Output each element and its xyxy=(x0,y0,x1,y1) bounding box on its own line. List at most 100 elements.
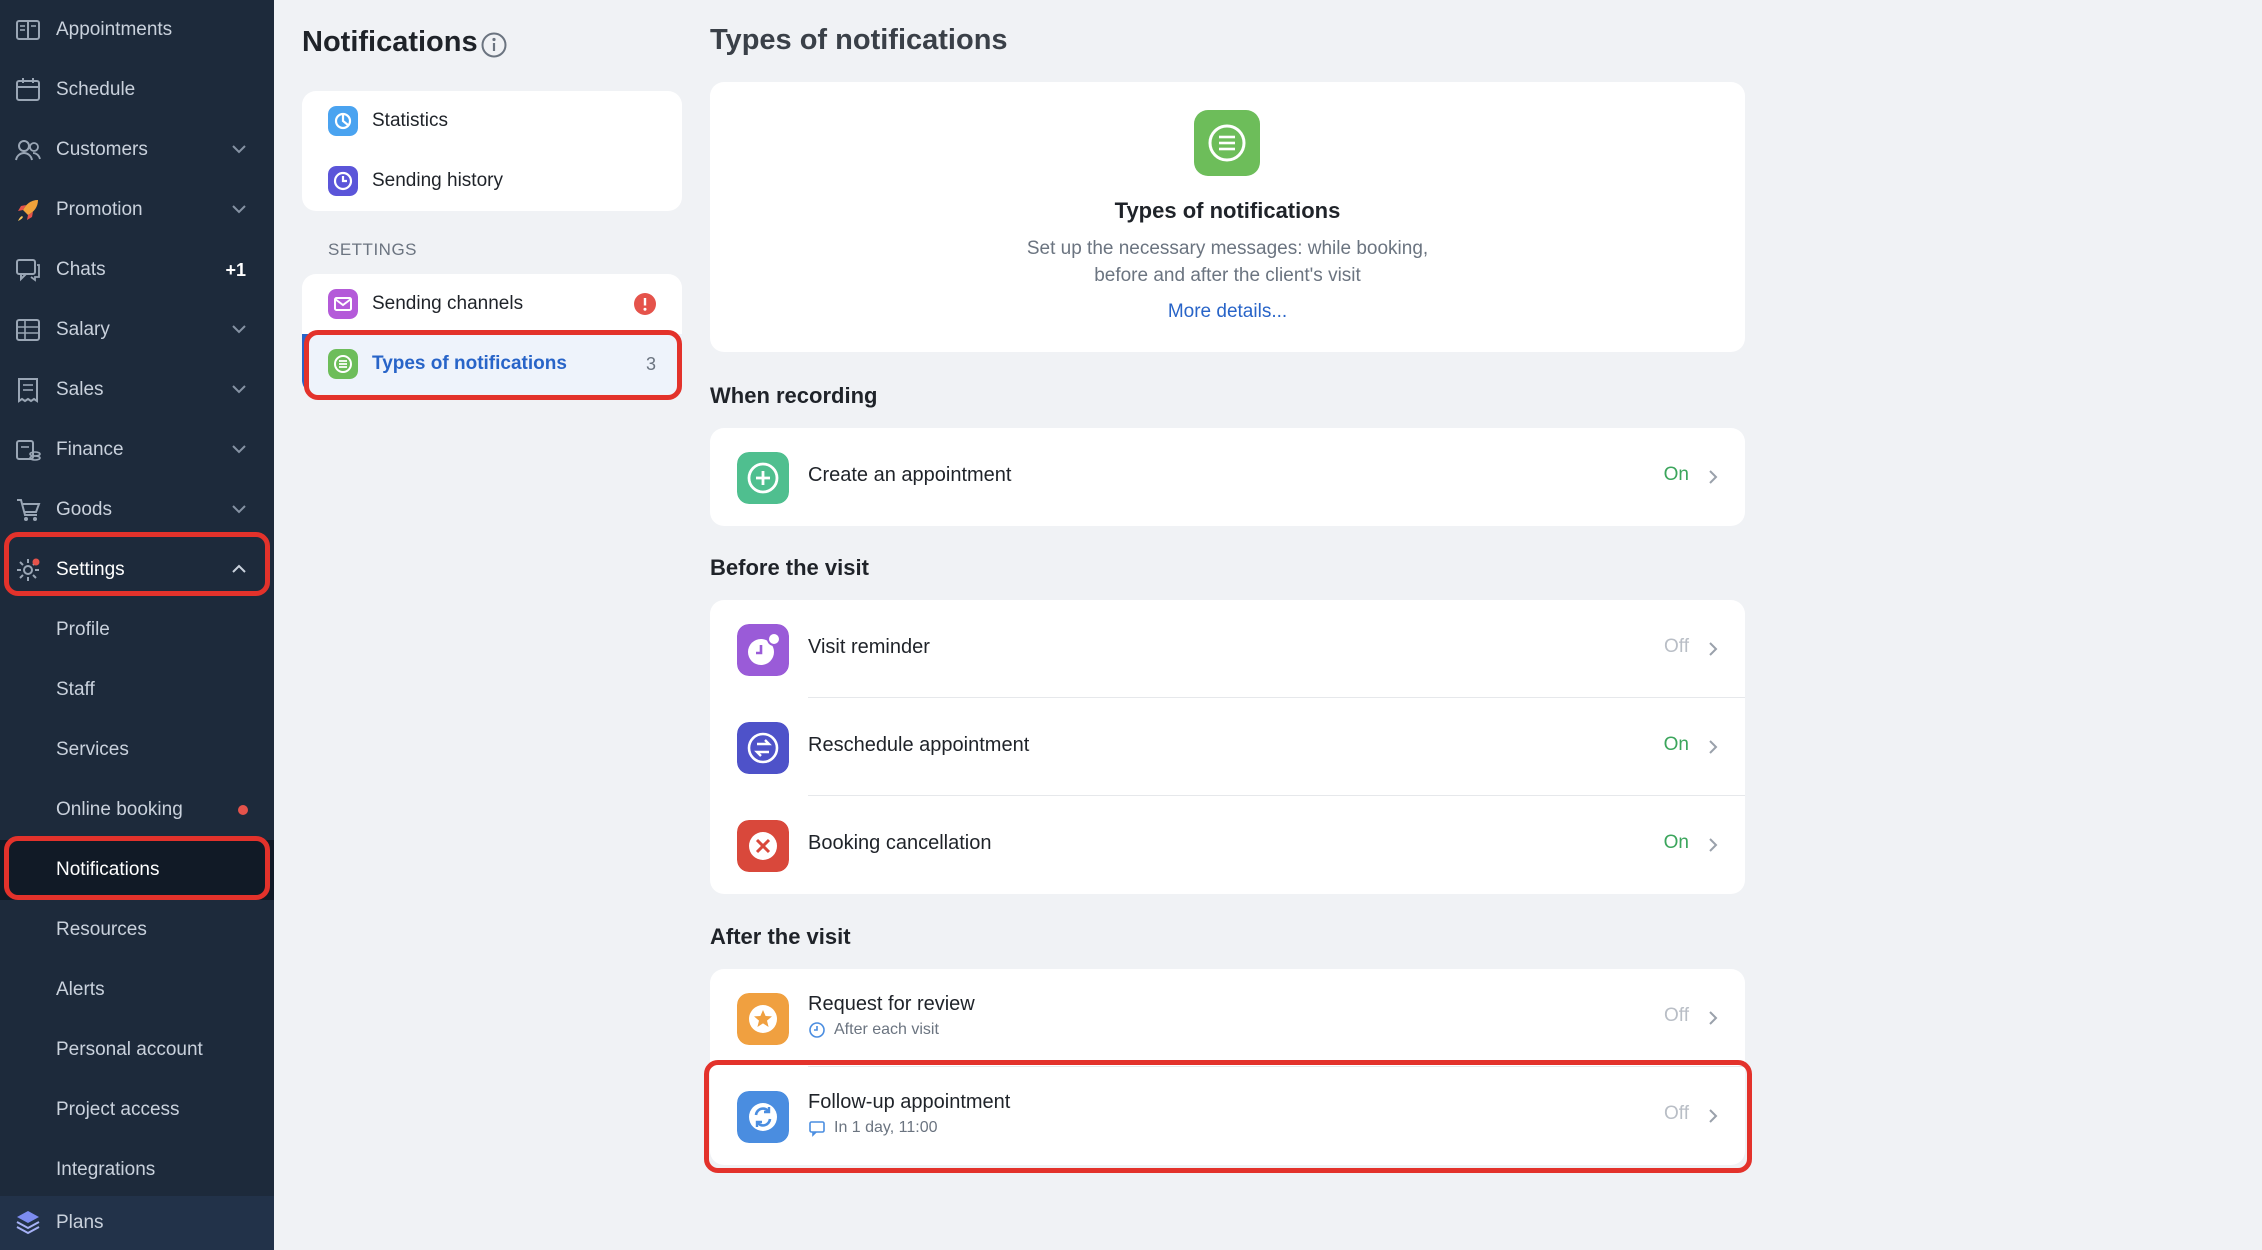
sidebar-item-appointments[interactable]: Appointments xyxy=(0,0,274,60)
more-details-link[interactable]: More details... xyxy=(710,301,1745,323)
users-icon xyxy=(15,140,41,161)
clock-bell-icon xyxy=(737,624,789,676)
sidebar-item-settings[interactable]: Settings xyxy=(0,540,274,600)
sidebar-subitem-online-booking[interactable]: Online booking xyxy=(0,780,274,840)
before-visit-card: Visit reminder Off Reschedule appointmen… xyxy=(710,600,1745,894)
message-icon xyxy=(809,1121,825,1137)
settings-heading: SETTINGS xyxy=(328,240,418,259)
sidebar-item-label: Customers xyxy=(56,139,148,160)
sidebar-item-label: Sales xyxy=(56,379,104,400)
sidebar-subitem-services[interactable]: Services xyxy=(0,720,274,780)
sidebar-item-plans[interactable]: Plans xyxy=(0,1196,274,1250)
sidebar-item-label: Plans xyxy=(56,1212,104,1233)
status-label: Off xyxy=(1664,1103,1689,1124)
sidebar-subitem-project-access[interactable]: Project access xyxy=(0,1080,274,1140)
notification-row-booking-cancellation[interactable]: Booking cancellation On xyxy=(710,796,1745,894)
sidebar-item-label: Appointments xyxy=(56,19,173,40)
sidebar-item-label: Chats xyxy=(56,259,106,280)
intro-description-line2: before and after the client's visit xyxy=(1094,265,1361,286)
chevron-up-icon xyxy=(232,564,246,573)
sidebar-item-promotion[interactable]: Promotion xyxy=(0,180,274,240)
status-label: On xyxy=(1663,734,1689,755)
sidebar-item-salary[interactable]: Salary xyxy=(0,300,274,360)
calendar-icon xyxy=(16,78,40,101)
sidebar-item-schedule[interactable]: Schedule xyxy=(0,60,274,120)
menu-item-label: Sending history xyxy=(372,170,503,191)
subitem-label: Staff xyxy=(56,679,95,700)
notification-row-follow-up-appointment[interactable]: Follow-up appointment In 1 day, 11:00 Of… xyxy=(710,1067,1745,1165)
subitem-label: Integrations xyxy=(56,1159,156,1180)
subitem-label: Profile xyxy=(56,619,110,640)
coins-icon xyxy=(16,440,41,461)
notification-row-create-appointment[interactable]: Create an appointment On xyxy=(710,428,1745,526)
subitem-label: Resources xyxy=(56,919,147,940)
cancel-icon xyxy=(737,820,789,872)
chevron-down-icon xyxy=(232,145,246,154)
subitem-label: Online booking xyxy=(56,799,183,820)
page-title: Notifications xyxy=(302,26,478,58)
sidebar-subitem-resources[interactable]: Resources xyxy=(0,900,274,960)
chevron-right-icon xyxy=(1709,642,1718,656)
swap-arrows-icon xyxy=(737,722,789,774)
count-badge: 3 xyxy=(645,353,656,374)
chevron-down-icon xyxy=(232,505,246,514)
intro-description-line1: Set up the necessary messages: while boo… xyxy=(1026,238,1429,259)
sidebar-subitem-personal-account[interactable]: Personal account xyxy=(0,1020,274,1080)
chevron-right-icon xyxy=(1709,838,1718,852)
row-subtitle: After each visit xyxy=(808,1021,939,1039)
warning-icon xyxy=(634,293,656,315)
chevron-down-icon xyxy=(232,325,246,334)
gear-icon xyxy=(17,558,40,581)
after-visit-card: Request for review After each visit Off … xyxy=(710,969,1745,1165)
info-icon[interactable] xyxy=(480,31,508,59)
menu-item-sending-channels[interactable]: Sending channels xyxy=(302,274,682,334)
sidebar-item-chats[interactable]: Chats +1 xyxy=(0,240,274,300)
menu-item-label: Sending channels xyxy=(372,293,524,314)
status-dot xyxy=(238,805,248,815)
row-subtitle-text: In 1 day, 11:00 xyxy=(834,1119,938,1136)
sidebar-subitem-profile[interactable]: Profile xyxy=(0,600,274,660)
status-label: On xyxy=(1663,832,1689,853)
sidebar-item-sales[interactable]: Sales xyxy=(0,360,274,420)
sidebar: Appointments Schedule Customers Promotio… xyxy=(0,0,274,1250)
menu-item-types-of-notifications[interactable]: Types of notifications 3 xyxy=(302,334,682,394)
chevron-right-icon xyxy=(1709,740,1718,754)
chevron-right-icon xyxy=(1709,1011,1718,1025)
statistics-icon xyxy=(328,106,358,136)
sidebar-item-customers[interactable]: Customers xyxy=(0,120,274,180)
notification-row-reschedule-appointment[interactable]: Reschedule appointment On xyxy=(710,698,1745,796)
notification-row-visit-reminder[interactable]: Visit reminder Off xyxy=(710,600,1745,698)
sidebar-item-label: Finance xyxy=(56,439,124,460)
row-title: Reschedule appointment xyxy=(808,734,1030,756)
chevron-down-icon xyxy=(232,385,246,394)
sidebar-subitem-staff[interactable]: Staff xyxy=(0,660,274,720)
envelope-icon xyxy=(328,289,358,319)
sidebar-subitem-integrations[interactable]: Integrations xyxy=(0,1140,274,1200)
sidebar-item-finance[interactable]: Finance xyxy=(0,420,274,480)
sidebar-subitem-notifications[interactable]: Notifications xyxy=(0,840,274,900)
sidebar-item-label: Promotion xyxy=(56,199,143,220)
list-icon xyxy=(1194,110,1260,176)
sidebar-item-label: Schedule xyxy=(56,79,136,100)
sidebar-item-label: Goods xyxy=(56,499,112,520)
row-title: Create an appointment xyxy=(808,464,1012,486)
menu-item-sending-history[interactable]: Sending history xyxy=(302,151,682,211)
rocket-icon xyxy=(18,200,38,221)
chevron-right-icon xyxy=(1709,1109,1718,1123)
subitem-label: Alerts xyxy=(56,979,105,1000)
sidebar-item-goods[interactable]: Goods xyxy=(0,480,274,540)
subitem-label: Services xyxy=(56,739,129,760)
star-icon xyxy=(737,993,789,1045)
plus-circle-icon xyxy=(737,452,789,504)
row-subtitle-text: After each visit xyxy=(834,1021,939,1038)
status-label: Off xyxy=(1664,636,1689,657)
notification-row-request-review[interactable]: Request for review After each visit Off xyxy=(710,969,1745,1067)
sidebar-subitem-alerts[interactable]: Alerts xyxy=(0,960,274,1020)
intro-heading: Types of notifications xyxy=(1114,198,1341,223)
unread-badge: +1 xyxy=(225,259,246,280)
overview-menu: Statistics Sending history xyxy=(302,91,682,211)
subitem-label: Project access xyxy=(56,1099,180,1120)
row-title: Booking cancellation xyxy=(808,832,992,854)
menu-item-statistics[interactable]: Statistics xyxy=(302,91,682,151)
row-title: Request for review xyxy=(808,993,975,1015)
